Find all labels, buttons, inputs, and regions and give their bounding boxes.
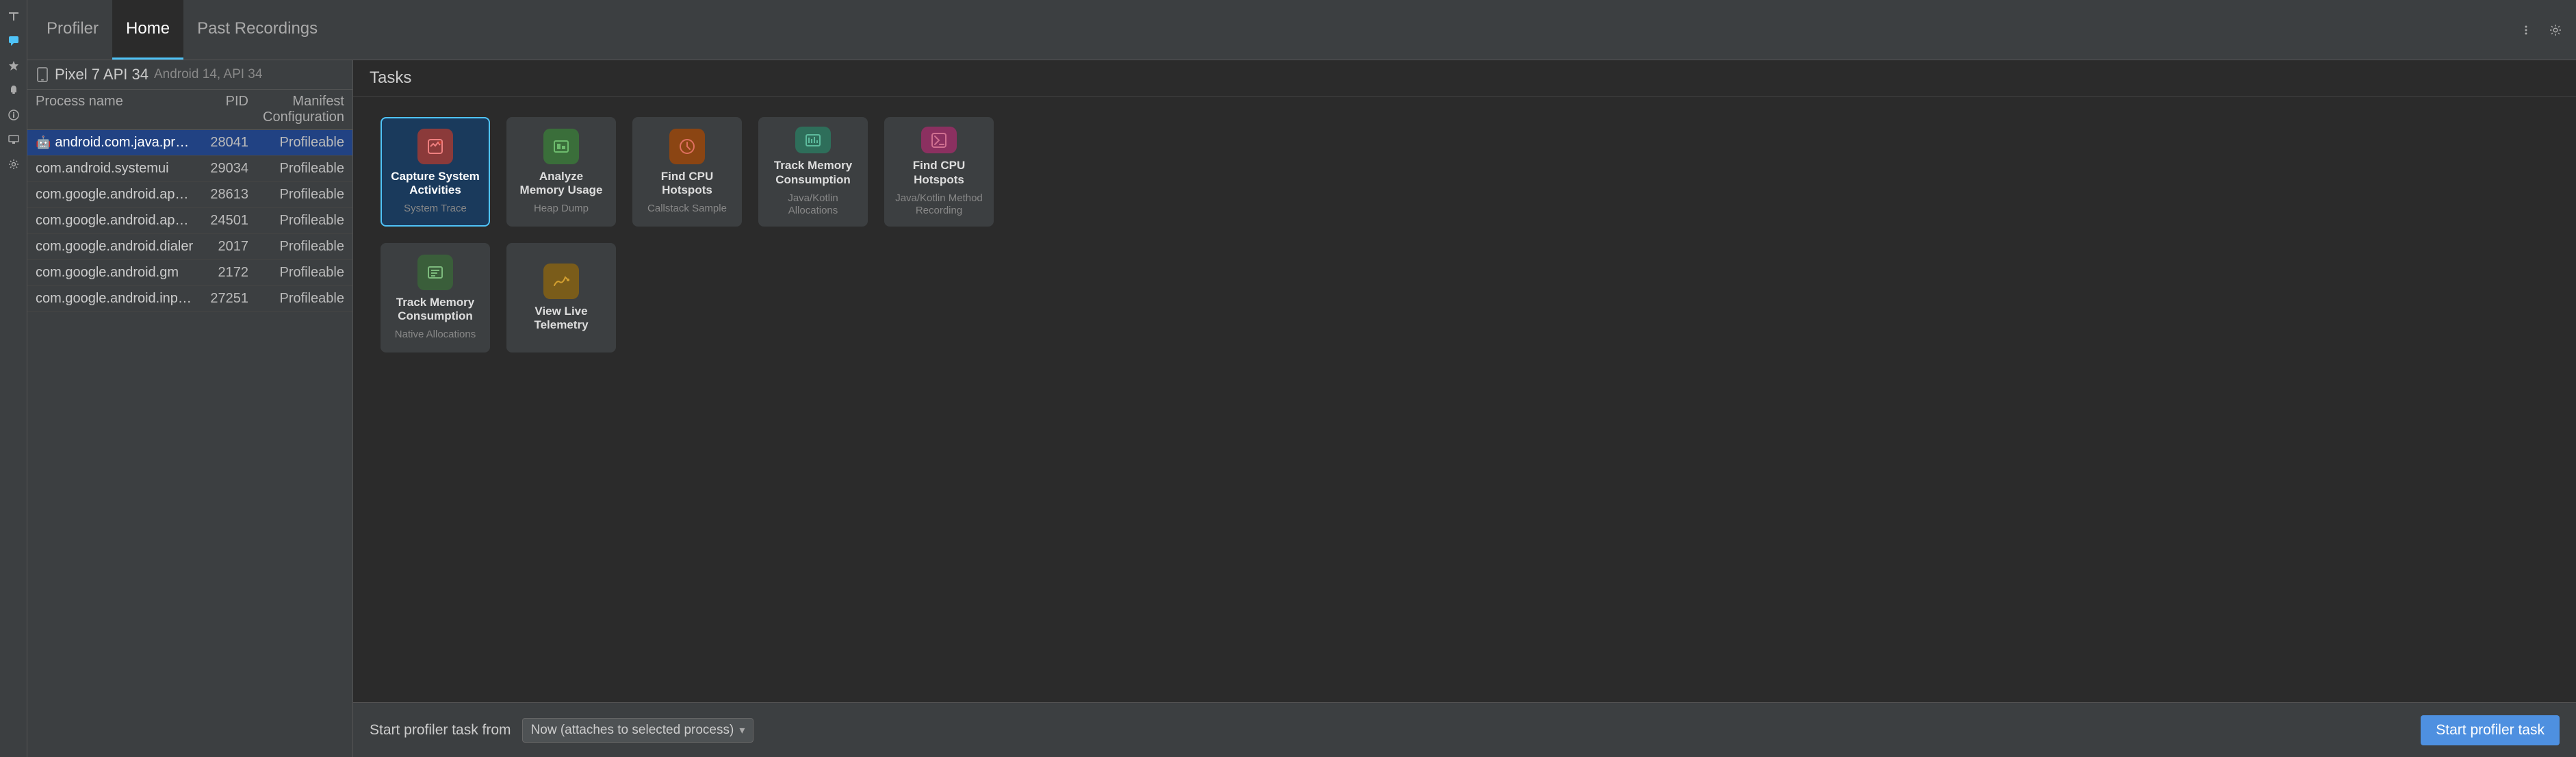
device-icon	[36, 67, 49, 82]
table-row[interactable]: com.google.android.apps.messaging28613Pr…	[27, 182, 352, 208]
more-options-button[interactable]	[2517, 21, 2535, 39]
task-icon-java-kotlin-method	[921, 127, 957, 153]
sidebar-icon-monitor[interactable]	[3, 129, 25, 151]
col-pid: PID	[194, 94, 248, 125]
task-title-java-kotlin-method: Find CPU Hotspots	[894, 159, 984, 187]
col-process-name: Process name	[36, 94, 194, 125]
tasks-grid-area: Capture System Activities System Trace An…	[353, 97, 2576, 702]
task-subtitle-heap-dump: Heap Dump	[534, 203, 589, 215]
task-subtitle-callstack-sample: Callstack Sample	[647, 203, 727, 215]
task-card-native-alloc[interactable]: Track Memory Consumption Native Allocatio…	[381, 243, 490, 352]
sidebar-icon-chat[interactable]	[3, 30, 25, 52]
process-select[interactable]: Now (attaches to selected process) ▾	[522, 718, 754, 743]
task-card-heap-dump[interactable]: Analyze Memory Usage Heap Dump	[506, 117, 616, 227]
tab-home[interactable]: Home	[112, 0, 183, 60]
left-panel: Pixel 7 API 34 Android 14, API 34 Proces…	[27, 60, 353, 757]
task-title-java-kotlin-alloc: Track Memory Consumption	[768, 159, 858, 187]
task-icon-native-alloc	[417, 255, 453, 290]
process-rows: 🤖android.com.java.profilertester28041Pro…	[27, 130, 352, 312]
tab-profiler-label: Profiler	[47, 19, 99, 38]
task-icon-heap-dump	[543, 129, 579, 164]
table-row[interactable]: com.google.android.dialer2017Profileable	[27, 234, 352, 260]
table-row[interactable]: 🤖android.com.java.profilertester28041Pro…	[27, 130, 352, 156]
task-card-java-kotlin-method[interactable]: Find CPU Hotspots Java/Kotlin Method Reco…	[884, 117, 994, 227]
sidebar-icon-info[interactable]	[3, 104, 25, 126]
start-btn-label: Start profiler task	[2436, 722, 2545, 738]
task-title-callstack-sample: Find CPU Hotspots	[642, 170, 732, 198]
task-card-callstack-sample[interactable]: Find CPU Hotspots Callstack Sample	[632, 117, 742, 227]
task-title-live-telemetry: View Live Telemetry	[516, 305, 606, 333]
sidebar-icon-gear[interactable]	[3, 153, 25, 175]
select-arrow-icon: ▾	[739, 723, 745, 737]
start-profiler-button[interactable]: Start profiler task	[2421, 715, 2560, 745]
sidebar-icon-bell[interactable]	[3, 79, 25, 101]
task-subtitle-java-kotlin-method: Java/Kotlin Method Recording	[894, 192, 984, 217]
tab-past-recordings[interactable]: Past Recordings	[183, 0, 331, 60]
task-title-native-alloc: Track Memory Consumption	[390, 296, 480, 324]
tab-past-recordings-label: Past Recordings	[197, 19, 318, 38]
select-value: Now (attaches to selected process)	[531, 723, 734, 738]
tasks-header-label: Tasks	[370, 68, 411, 87]
process-table: Process name PID Manifest Configuration …	[27, 90, 352, 757]
task-icon-callstack-sample	[669, 129, 705, 164]
table-row[interactable]: com.android.systemui29034Profileable	[27, 156, 352, 182]
task-icon-system-trace	[417, 129, 453, 164]
task-card-java-kotlin-alloc[interactable]: Track Memory Consumption Java/Kotlin Allo…	[758, 117, 868, 227]
task-subtitle-system-trace: System Trace	[404, 203, 467, 215]
bottom-bar: Start profiler task from Now (attaches t…	[353, 702, 2576, 757]
task-subtitle-native-alloc: Native Allocations	[395, 329, 476, 341]
android-icon: 🤖	[36, 136, 51, 150]
sidebar-icon-t[interactable]	[3, 5, 25, 27]
tasks-header: Tasks	[353, 60, 2576, 97]
tab-profiler[interactable]: Profiler	[33, 0, 112, 60]
task-icon-live-telemetry	[543, 264, 579, 299]
right-panel: Tasks Capture System Activities System Tr…	[353, 60, 2576, 757]
table-header: Process name PID Manifest Configuration	[27, 90, 352, 130]
task-title-heap-dump: Analyze Memory Usage	[516, 170, 606, 198]
start-profiler-label: Start profiler task from	[370, 722, 511, 739]
table-row[interactable]: com.google.android.inputmethod.latin2725…	[27, 286, 352, 312]
table-row[interactable]: com.google.android.apps.messaging...2450…	[27, 208, 352, 234]
col-manifest: Manifest Configuration	[248, 94, 344, 125]
task-title-system-trace: Capture System Activities	[390, 170, 480, 198]
tab-home-label: Home	[126, 19, 170, 38]
device-row: Pixel 7 API 34 Android 14, API 34	[27, 60, 352, 90]
settings-button[interactable]	[2546, 21, 2565, 40]
tasks-grid: Capture System Activities System Trace An…	[381, 117, 2549, 352]
tab-bar: Profiler Home Past Recordings	[27, 0, 2576, 60]
device-name: Pixel 7 API 34	[55, 66, 149, 84]
task-card-system-trace[interactable]: Capture System Activities System Trace	[381, 117, 490, 227]
main-content: Profiler Home Past Recordings	[27, 0, 2576, 757]
device-sub: Android 14, API 34	[154, 67, 262, 82]
task-icon-java-kotlin-alloc	[795, 127, 831, 153]
table-row[interactable]: com.google.android.gm2172Profileable	[27, 260, 352, 286]
body-split: Pixel 7 API 34 Android 14, API 34 Proces…	[27, 60, 2576, 757]
task-card-live-telemetry[interactable]: View Live Telemetry	[506, 243, 616, 352]
sidebar-icon-star[interactable]	[3, 55, 25, 77]
task-subtitle-java-kotlin-alloc: Java/Kotlin Allocations	[768, 192, 858, 217]
sidebar	[0, 0, 27, 757]
